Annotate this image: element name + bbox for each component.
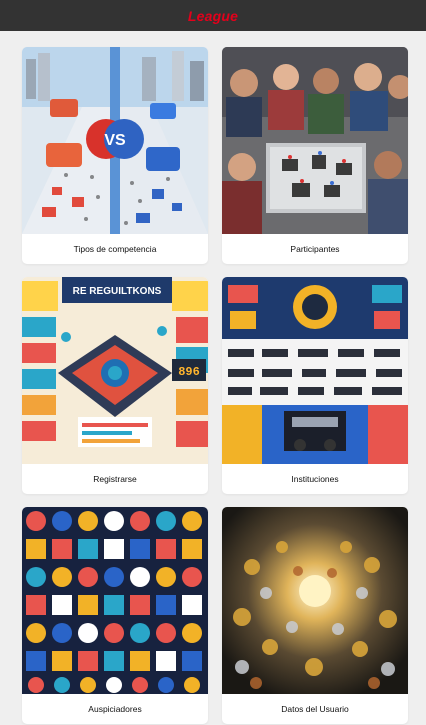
app-header: League xyxy=(0,0,426,31)
competition-types-image: VS xyxy=(22,47,208,234)
registration-title: RE REGUILTKONS xyxy=(73,286,162,297)
card-label: Auspiciadores xyxy=(88,704,142,714)
brand-title[interactable]: League xyxy=(188,8,238,24)
registration-score: 896 xyxy=(178,365,200,379)
registration-image: RE REGUILTKONS 896 xyxy=(22,277,208,464)
vs-mark: VS xyxy=(104,132,126,149)
participants-image xyxy=(222,47,408,234)
menu-grid: VS Tipos de competencia Participantes RE… xyxy=(22,47,408,724)
sponsors-image xyxy=(22,507,208,694)
card-tipos-de-competencia[interactable]: VS Tipos de competencia xyxy=(22,47,208,264)
card-label: Datos del Usuario xyxy=(281,704,349,714)
card-label: Registrarse xyxy=(93,474,137,484)
card-instituciones[interactable]: Instituciones xyxy=(222,277,408,494)
card-registrarse[interactable]: RE REGUILTKONS 896 Registrarse xyxy=(22,277,208,494)
card-datos-del-usuario[interactable]: Datos del Usuario xyxy=(222,507,408,724)
card-auspiciadores[interactable]: Auspiciadores xyxy=(22,507,208,724)
user-data-image xyxy=(222,507,408,694)
institutions-image xyxy=(222,277,408,464)
card-label: Instituciones xyxy=(291,474,339,484)
card-label: Participantes xyxy=(290,244,340,254)
card-label: Tipos de competencia xyxy=(73,244,157,254)
card-participantes[interactable]: Participantes xyxy=(222,47,408,264)
